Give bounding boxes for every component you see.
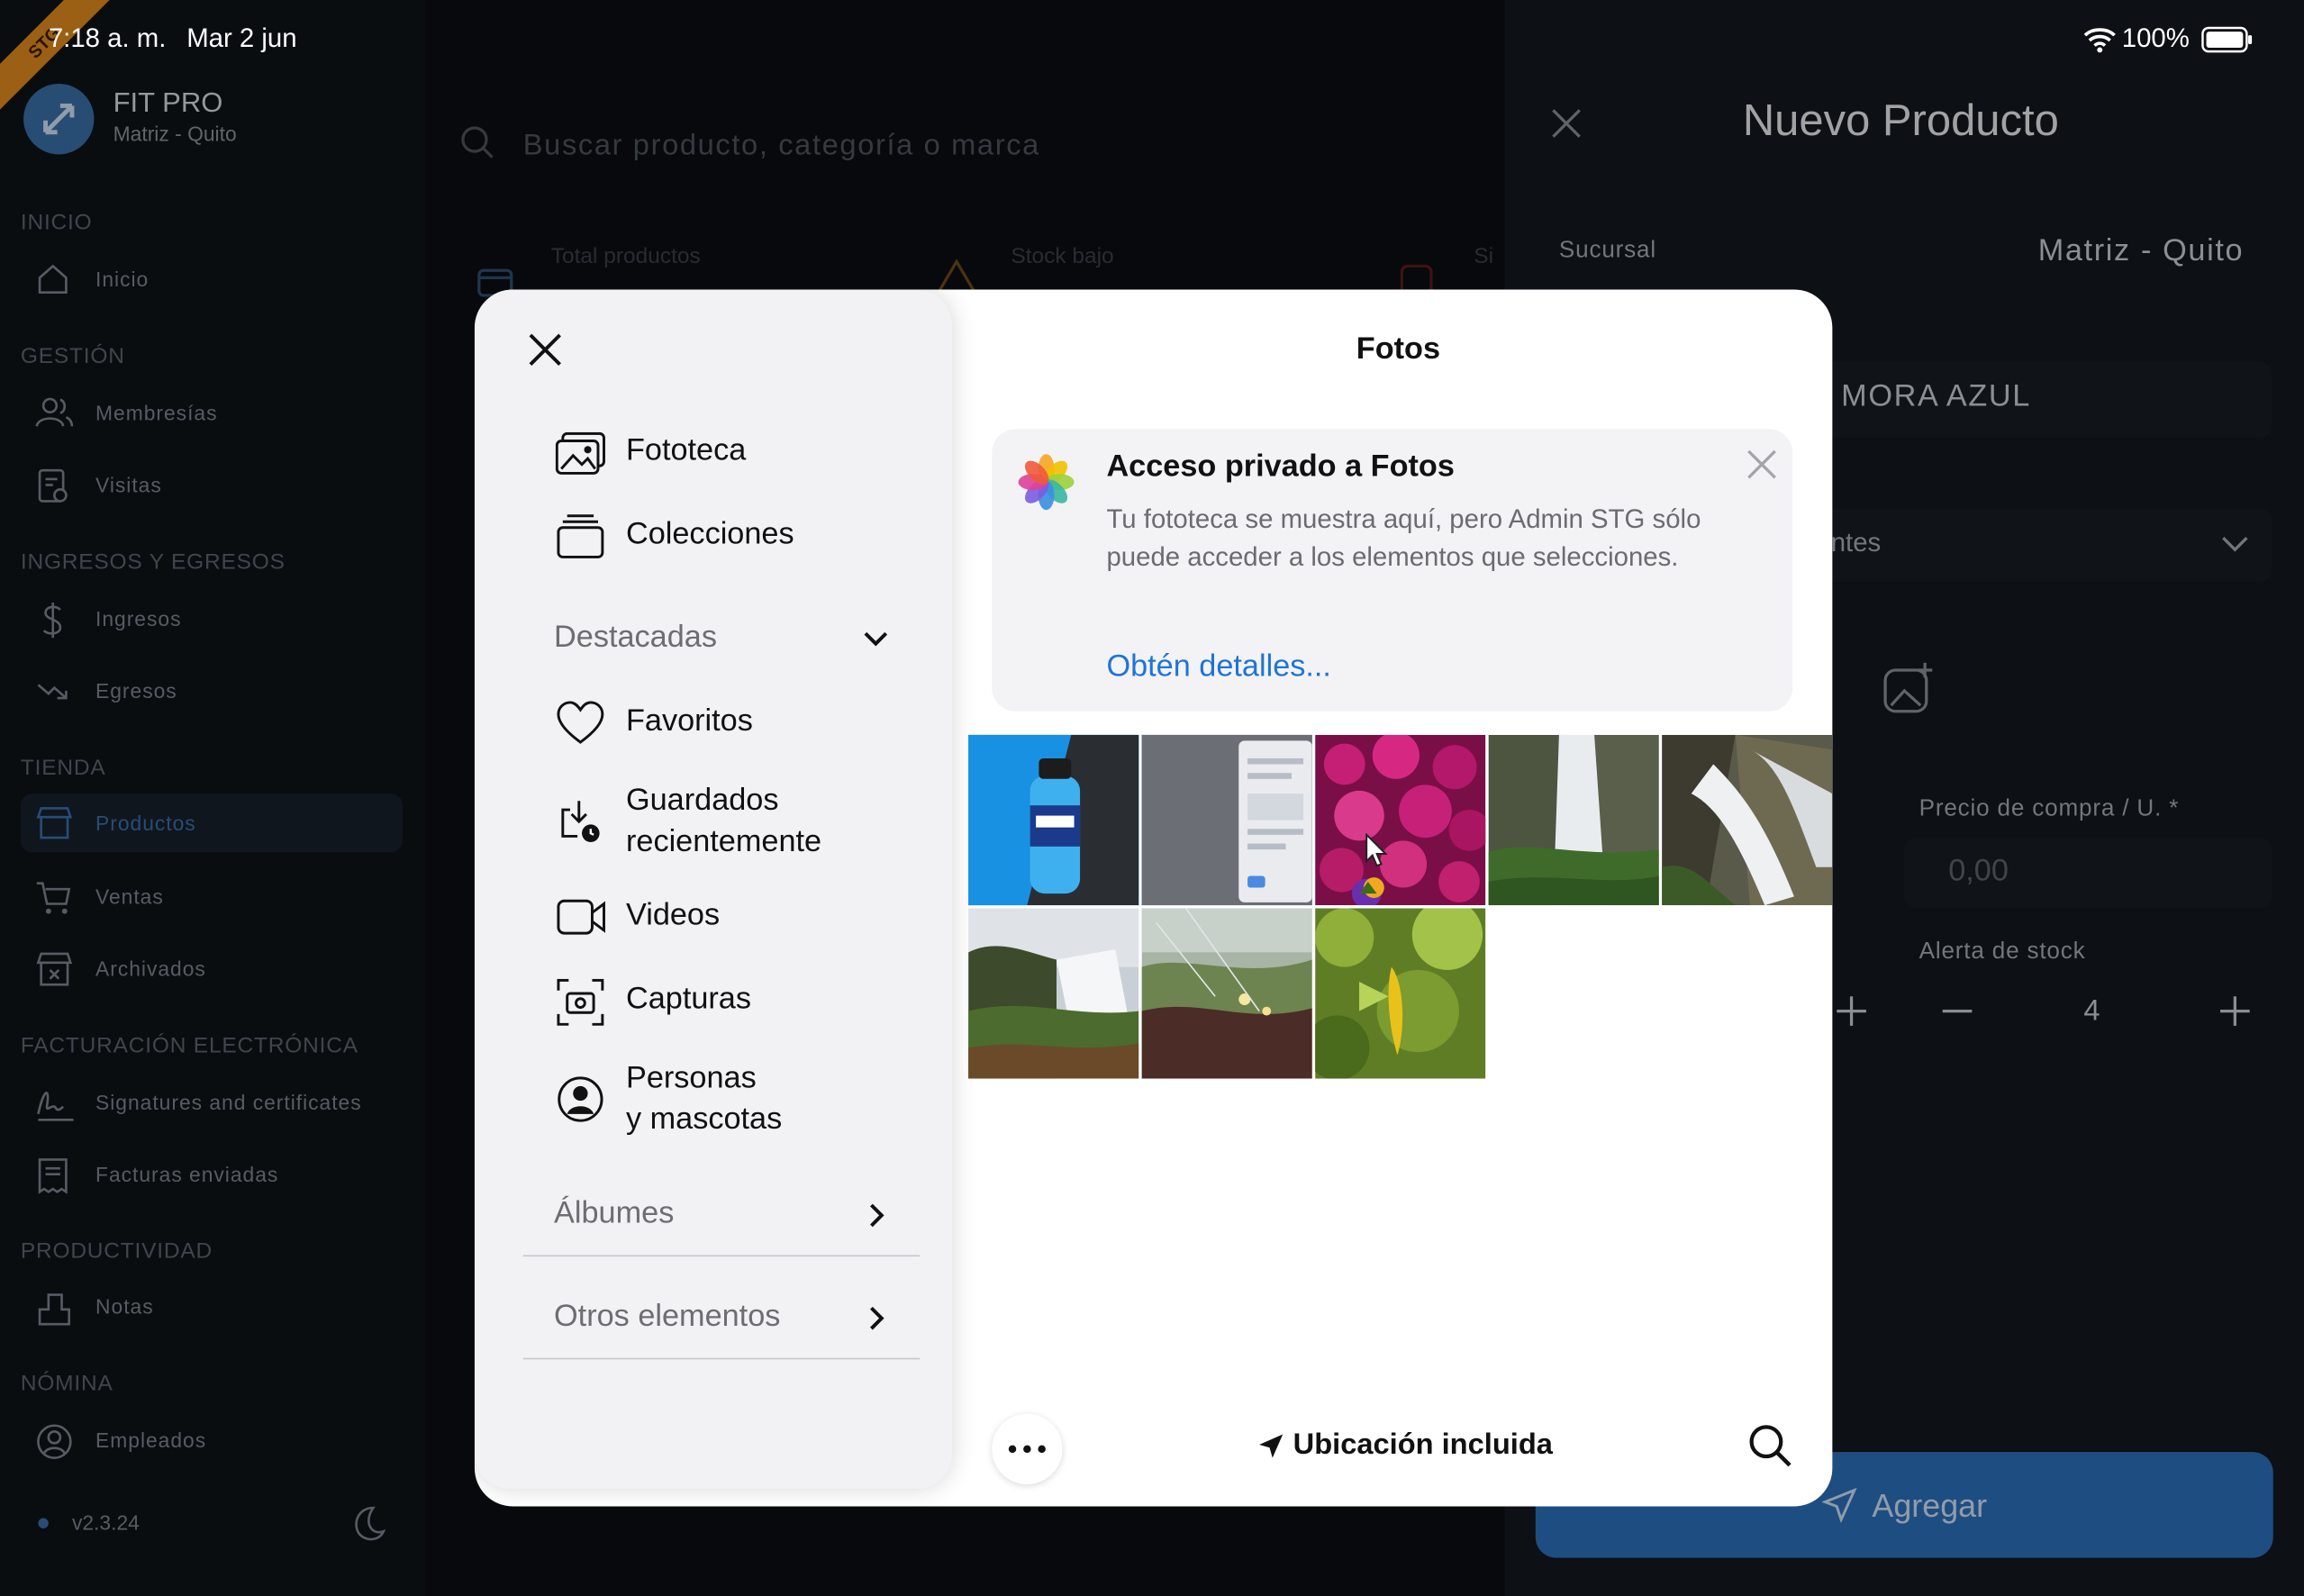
- notice-body: Tu fototeca se muestra aquí, pero Admin …: [1106, 503, 1701, 572]
- menu-fototeca[interactable]: Fototeca: [626, 433, 746, 468]
- albums-row[interactable]: Álbumes: [554, 1196, 674, 1231]
- notice-title: Acceso privado a Fotos: [1106, 449, 1455, 484]
- photo-thumbnail[interactable]: [1141, 908, 1312, 1079]
- menu-personas[interactable]: Personas y mascotas: [626, 1058, 782, 1140]
- search-icon[interactable]: [1747, 1422, 1794, 1469]
- location-included-toggle[interactable]: Ubicación incluida: [1293, 1428, 1553, 1463]
- photos-title: Fotos: [1356, 331, 1441, 367]
- photo-thumbnail[interactable]: [1315, 734, 1486, 906]
- heart-icon: [557, 701, 604, 745]
- dismiss-notice-icon[interactable]: [1746, 449, 1778, 481]
- collections-icon: [557, 512, 604, 559]
- divider: [522, 1255, 921, 1257]
- close-icon[interactable]: [526, 331, 564, 368]
- battery-percent: 100%: [2121, 23, 2190, 53]
- screenshot-icon: [557, 978, 604, 1026]
- featured-header[interactable]: Destacadas: [554, 621, 717, 656]
- photo-thumbnail[interactable]: [1315, 908, 1486, 1079]
- status-time: 7:18 a. m.: [48, 23, 167, 53]
- other-items-row[interactable]: Otros elementos: [554, 1299, 780, 1334]
- chevron-right-icon[interactable]: [864, 1201, 887, 1230]
- photo-thumbnail[interactable]: [1488, 734, 1659, 906]
- photo-picker-modal: Fototeca Colecciones Destacadas Favorito…: [474, 289, 1833, 1507]
- notice-details-link[interactable]: Obtén detalles...: [1106, 649, 1331, 685]
- photo-thumbnail[interactable]: [968, 734, 1139, 906]
- menu-videos[interactable]: Videos: [626, 898, 720, 933]
- location-arrow-icon: [1257, 1433, 1284, 1459]
- photo-thumbnail[interactable]: [968, 908, 1139, 1079]
- pointer-cursor: [1365, 833, 1389, 868]
- photo-thumbnail[interactable]: [1662, 734, 1833, 906]
- video-icon: [557, 898, 606, 936]
- photo-picker-sidebar: Fototeca Colecciones Destacadas Favorito…: [474, 289, 953, 1489]
- battery-icon: [2201, 25, 2254, 55]
- menu-capturas[interactable]: Capturas: [626, 982, 751, 1017]
- photo-library-icon: [555, 431, 605, 476]
- menu-colecciones[interactable]: Colecciones: [626, 517, 794, 552]
- status-date: Mar 2 jun: [186, 23, 297, 53]
- menu-guardados[interactable]: Guardados recientemente: [626, 780, 821, 862]
- wifi-icon: [2083, 26, 2116, 53]
- chevron-right-icon[interactable]: [864, 1303, 887, 1333]
- recently-saved-icon: [558, 798, 605, 845]
- person-icon: [557, 1075, 603, 1122]
- photos-app-icon: [1012, 449, 1080, 516]
- chevron-down-icon[interactable]: [861, 628, 891, 651]
- more-options-button[interactable]: [992, 1413, 1063, 1485]
- menu-favoritos[interactable]: Favoritos: [626, 704, 753, 739]
- photo-thumbnail[interactable]: [1141, 734, 1312, 906]
- divider: [522, 1357, 921, 1360]
